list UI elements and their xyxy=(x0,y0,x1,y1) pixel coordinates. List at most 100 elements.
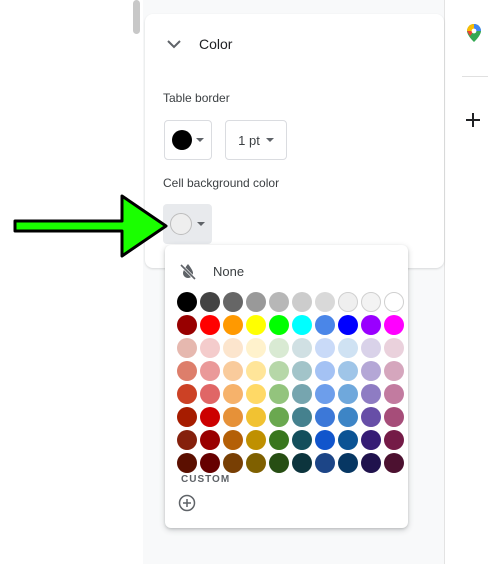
color-swatch[interactable] xyxy=(269,315,289,335)
color-swatch[interactable] xyxy=(177,453,197,473)
color-row xyxy=(177,315,404,335)
color-swatch[interactable] xyxy=(315,315,335,335)
color-swatch[interactable] xyxy=(223,361,243,381)
color-swatch[interactable] xyxy=(361,315,381,335)
color-swatch[interactable] xyxy=(384,384,404,404)
color-row xyxy=(177,361,404,381)
color-swatch[interactable] xyxy=(200,315,220,335)
color-swatch[interactable] xyxy=(315,453,335,473)
color-swatch[interactable] xyxy=(292,453,312,473)
color-swatch[interactable] xyxy=(315,407,335,427)
color-swatch[interactable] xyxy=(361,430,381,450)
annotation-arrow xyxy=(13,194,168,258)
cell-background-swatch xyxy=(170,213,192,235)
color-swatch[interactable] xyxy=(384,407,404,427)
border-color-button[interactable] xyxy=(164,120,212,160)
color-swatch[interactable] xyxy=(384,292,404,312)
color-swatch[interactable] xyxy=(292,384,312,404)
color-swatch[interactable] xyxy=(269,407,289,427)
none-label: None xyxy=(213,263,245,279)
color-swatch[interactable] xyxy=(292,292,312,312)
color-swatch[interactable] xyxy=(200,338,220,358)
color-swatch[interactable] xyxy=(269,384,289,404)
color-swatch[interactable] xyxy=(384,361,404,381)
color-swatch[interactable] xyxy=(246,361,266,381)
table-border-label: Table border xyxy=(163,91,230,105)
dropdown-caret-icon xyxy=(265,138,274,142)
color-swatch[interactable] xyxy=(384,315,404,335)
color-swatch[interactable] xyxy=(338,292,358,312)
scrollbar-thumb[interactable] xyxy=(133,0,140,34)
color-swatch[interactable] xyxy=(361,407,381,427)
color-swatch[interactable] xyxy=(177,384,197,404)
color-swatch[interactable] xyxy=(223,453,243,473)
plus-icon[interactable] xyxy=(465,112,481,128)
color-swatch[interactable] xyxy=(177,407,197,427)
color-section-header[interactable]: Color xyxy=(165,34,232,54)
dropdown-caret-icon xyxy=(196,138,204,142)
color-swatch[interactable] xyxy=(223,292,243,312)
color-swatch[interactable] xyxy=(315,384,335,404)
color-swatch[interactable] xyxy=(361,384,381,404)
color-swatch[interactable] xyxy=(246,292,266,312)
color-swatch[interactable] xyxy=(223,407,243,427)
color-swatch[interactable] xyxy=(200,453,220,473)
color-swatch[interactable] xyxy=(292,338,312,358)
color-swatch[interactable] xyxy=(223,315,243,335)
border-weight-select[interactable]: 1 pt xyxy=(225,120,287,160)
color-swatch[interactable] xyxy=(315,292,335,312)
color-swatch[interactable] xyxy=(292,430,312,450)
color-swatch[interactable] xyxy=(384,453,404,473)
color-swatch[interactable] xyxy=(200,407,220,427)
color-row xyxy=(177,292,404,312)
color-swatch[interactable] xyxy=(315,338,335,358)
no-color-option[interactable]: None xyxy=(179,261,244,281)
color-swatch[interactable] xyxy=(246,315,266,335)
add-circle-icon[interactable] xyxy=(178,494,196,512)
color-swatch[interactable] xyxy=(338,338,358,358)
color-swatch[interactable] xyxy=(292,361,312,381)
color-swatch[interactable] xyxy=(338,407,358,427)
color-swatch[interactable] xyxy=(338,384,358,404)
color-swatch[interactable] xyxy=(269,292,289,312)
border-color-swatch xyxy=(172,130,192,150)
color-swatch[interactable] xyxy=(338,315,358,335)
color-swatch[interactable] xyxy=(315,430,335,450)
color-swatch[interactable] xyxy=(361,338,381,358)
color-swatch[interactable] xyxy=(269,338,289,358)
color-swatch[interactable] xyxy=(292,315,312,335)
color-swatch[interactable] xyxy=(177,430,197,450)
color-swatch[interactable] xyxy=(246,453,266,473)
color-swatch[interactable] xyxy=(246,338,266,358)
color-swatch[interactable] xyxy=(361,453,381,473)
color-swatch[interactable] xyxy=(338,361,358,381)
color-swatch[interactable] xyxy=(177,292,197,312)
color-swatch[interactable] xyxy=(223,338,243,358)
color-swatch[interactable] xyxy=(361,292,381,312)
color-swatch[interactable] xyxy=(177,315,197,335)
color-swatch[interactable] xyxy=(269,453,289,473)
color-swatch[interactable] xyxy=(246,430,266,450)
color-swatch[interactable] xyxy=(177,361,197,381)
color-swatch[interactable] xyxy=(338,453,358,473)
color-swatch[interactable] xyxy=(361,361,381,381)
rail-separator xyxy=(462,76,488,77)
color-swatch[interactable] xyxy=(200,292,220,312)
color-swatch[interactable] xyxy=(315,361,335,381)
color-swatch[interactable] xyxy=(384,338,404,358)
color-swatch[interactable] xyxy=(246,384,266,404)
color-swatch[interactable] xyxy=(200,361,220,381)
custom-colors-label: CUSTOM xyxy=(181,474,231,485)
color-swatch[interactable] xyxy=(200,430,220,450)
color-swatch[interactable] xyxy=(338,430,358,450)
color-swatch[interactable] xyxy=(292,407,312,427)
color-swatch[interactable] xyxy=(246,407,266,427)
color-swatch[interactable] xyxy=(200,384,220,404)
color-swatch[interactable] xyxy=(177,338,197,358)
color-swatch[interactable] xyxy=(223,430,243,450)
color-swatch[interactable] xyxy=(269,430,289,450)
google-maps-icon[interactable] xyxy=(467,24,481,42)
color-swatch[interactable] xyxy=(223,384,243,404)
color-swatch[interactable] xyxy=(269,361,289,381)
color-swatch[interactable] xyxy=(384,430,404,450)
